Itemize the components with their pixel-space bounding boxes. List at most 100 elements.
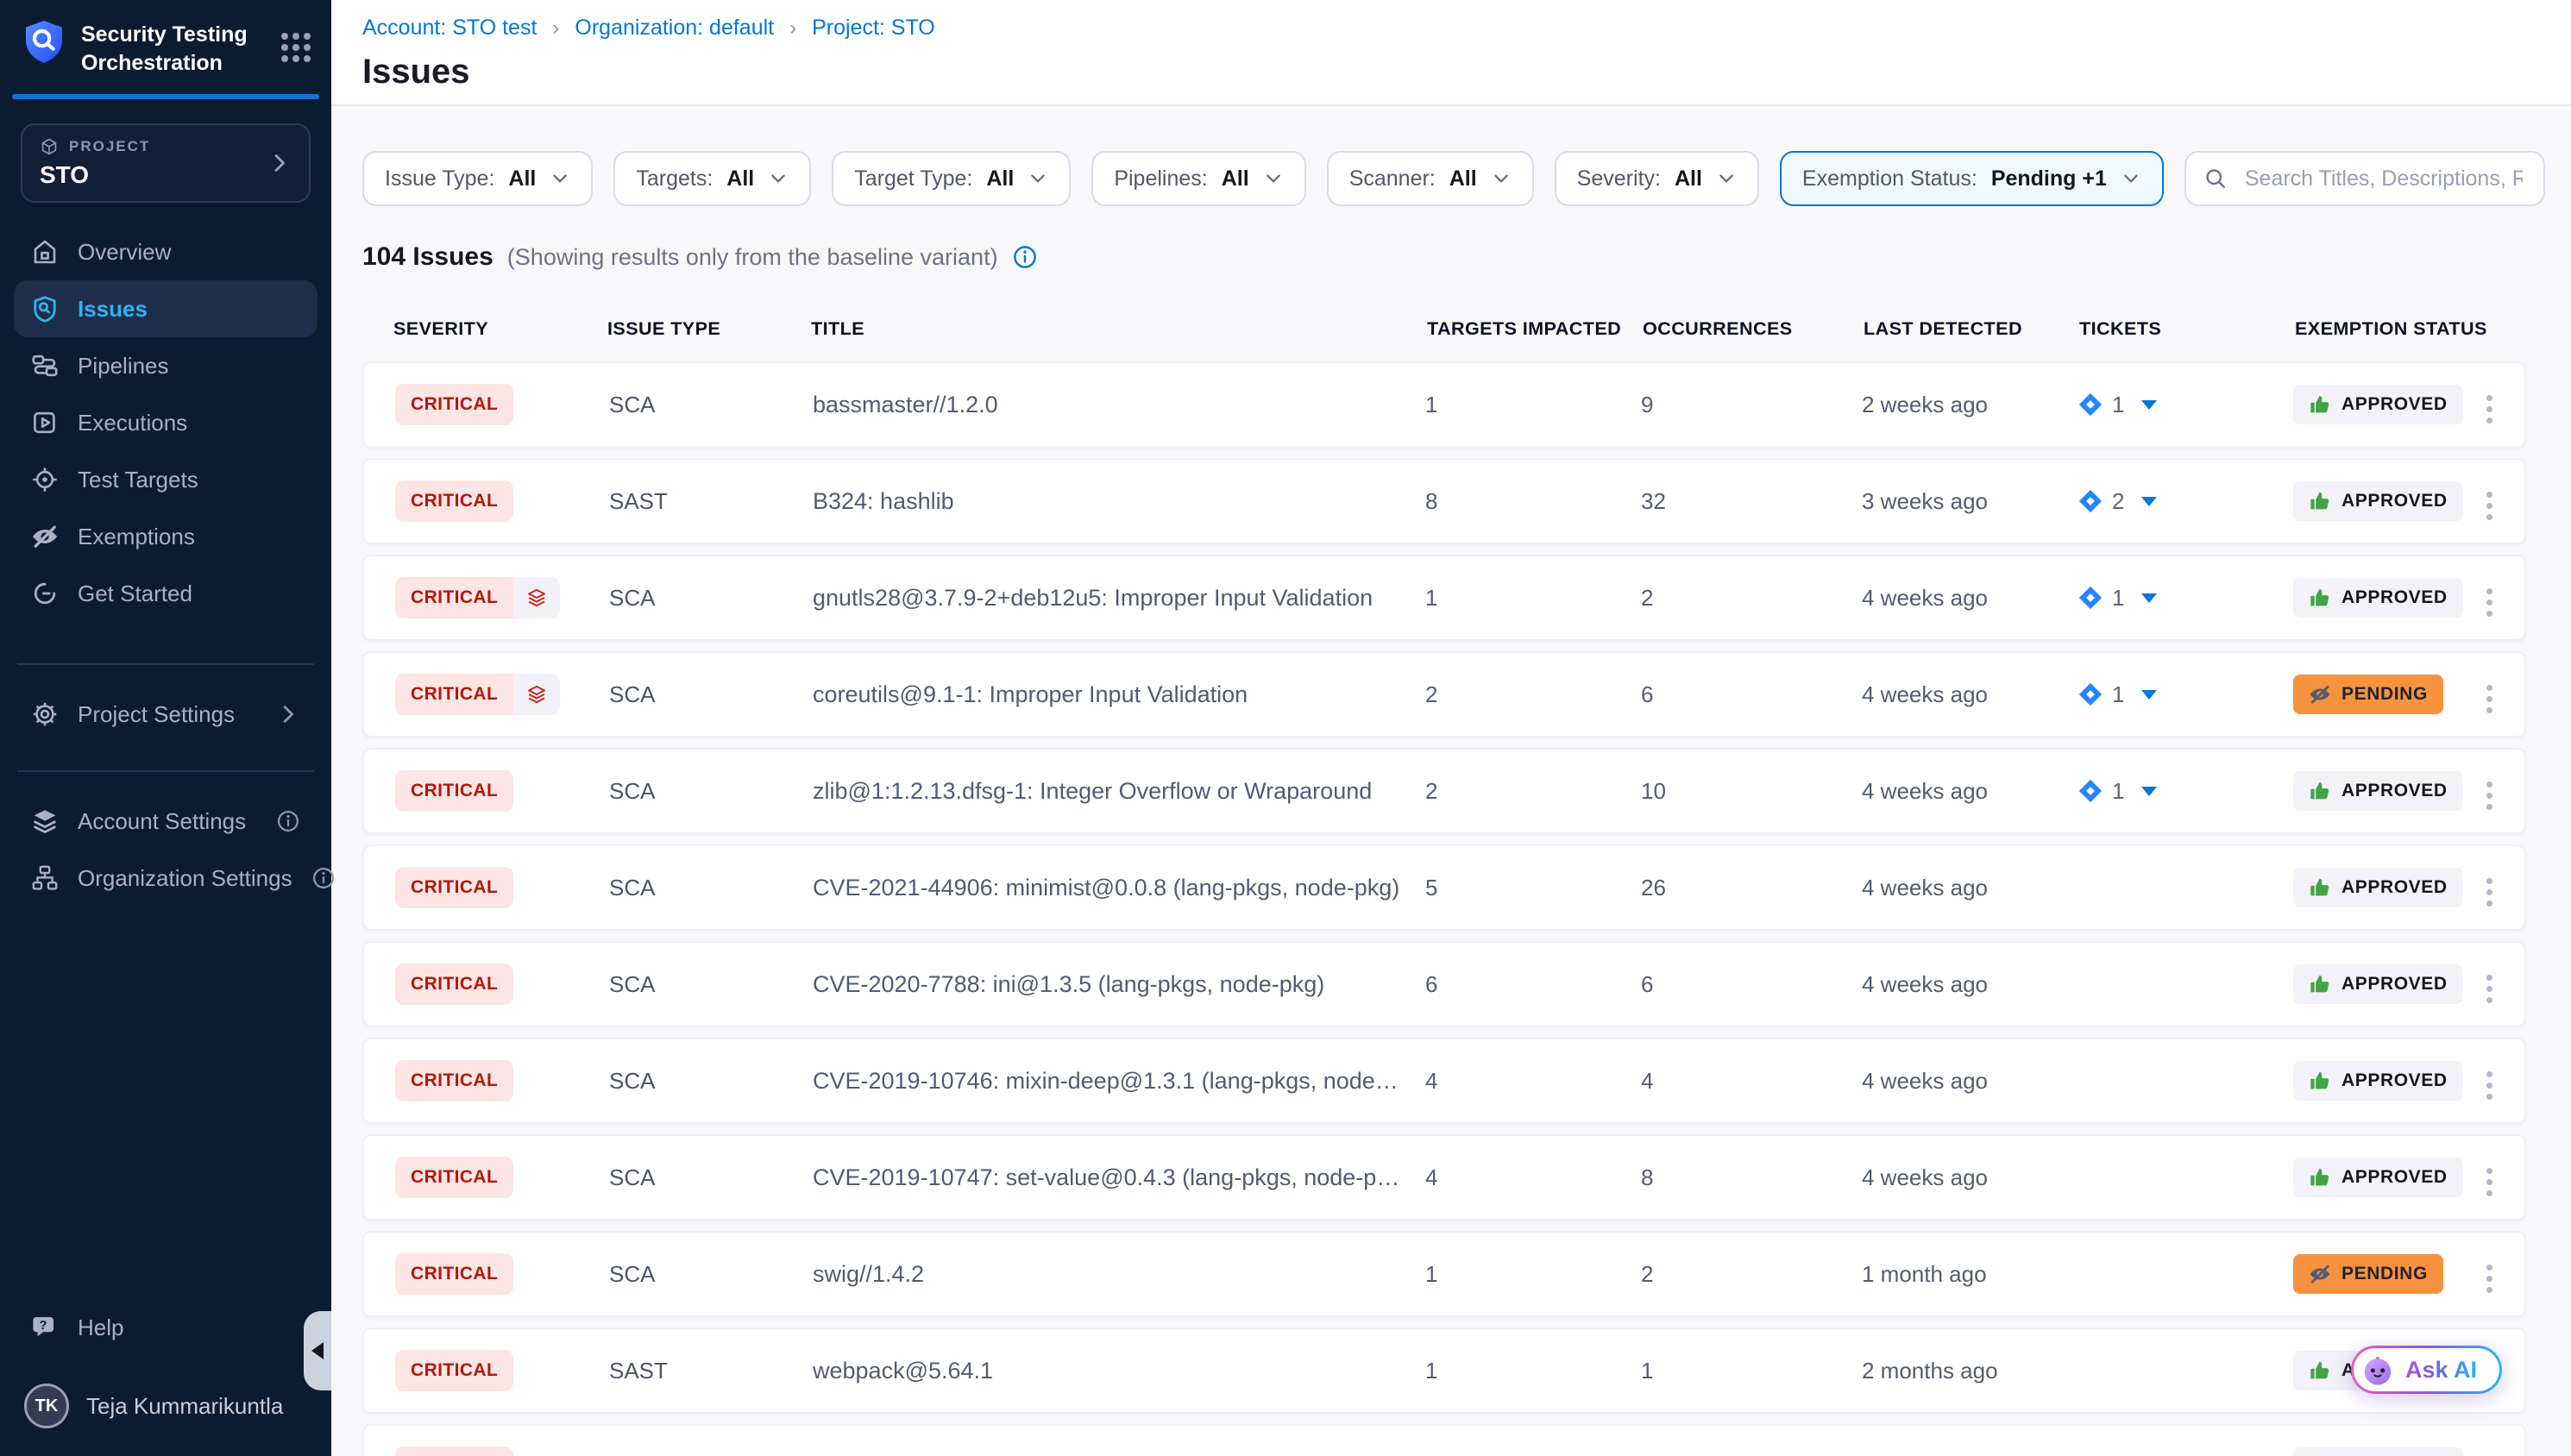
stacked-layers-icon (513, 674, 560, 715)
exemption-status-badge: APPROVED (2293, 1061, 2463, 1101)
sidebar-item-get-started[interactable]: Get Started (14, 565, 317, 622)
chevron-down-icon (2121, 168, 2141, 189)
sidebar-item-pipelines[interactable]: Pipelines (14, 337, 317, 394)
severity-badge: CRITICAL (395, 867, 513, 908)
table-row[interactable]: CRITICAL SCA CVE-2019-10746: mixin-deep@… (362, 1038, 2526, 1124)
filter-chips: Issue Type:AllTargets:AllTarget Type:All… (362, 151, 2184, 206)
table-row[interactable]: CRITICAL SCA gnutls28@3.7.9-2+deb12u5: I… (362, 555, 2526, 641)
user-menu[interactable]: TK Teja Kummarikuntla (14, 1377, 317, 1435)
row-menu-kebab[interactable] (2473, 1158, 2506, 1206)
row-menu-kebab[interactable] (2473, 771, 2506, 819)
table-row[interactable]: CRITICAL SAST B324: hashlib 8 32 3 weeks… (362, 458, 2526, 544)
sto-shield-logo-icon (22, 19, 66, 66)
filter-bar: Issue Type:AllTargets:AllTarget Type:All… (362, 151, 2526, 206)
ask-ai-button[interactable]: Ask AI (2351, 1346, 2502, 1394)
table-row[interactable]: CRITICAL SCA zlib@1:1.2.13.dfsg-1: Integ… (362, 748, 2526, 834)
filter-targets[interactable]: Targets:All (613, 151, 811, 206)
last-detected: 2 weeks ago (1862, 392, 2078, 418)
ticket-dropdown-caret[interactable] (2141, 593, 2157, 603)
row-menu-kebab[interactable] (2473, 385, 2506, 433)
filter-issue-type[interactable]: Issue Type:All (362, 151, 593, 206)
sidebar-collapse-handle[interactable] (304, 1311, 331, 1390)
sidebar-item-label: Exemptions (78, 524, 195, 550)
sidebar-item-label: Overview (78, 239, 171, 266)
row-menu-kebab[interactable] (2473, 964, 2506, 1013)
table-row[interactable]: CRITICAL SCA coreutils@9.1-1: Improper I… (362, 651, 2526, 737)
org-settings-icon (31, 864, 59, 892)
row-menu-kebab[interactable] (2473, 578, 2506, 626)
ticket-dropdown-caret[interactable] (2141, 497, 2157, 506)
severity-badge: CRITICAL (395, 1253, 513, 1295)
table-row[interactable]: CRITICAL SCA CVE-2020-7788: ini@1.3.5 (l… (362, 941, 2526, 1027)
row-menu-kebab[interactable] (2473, 1447, 2506, 1456)
project-selector[interactable]: PROJECT STO (21, 123, 311, 203)
info-icon[interactable] (1012, 244, 1038, 270)
info-icon (276, 809, 300, 833)
row-menu-kebab[interactable] (2473, 868, 2506, 916)
table-row[interactable]: CRITICAL SCA CVE-2021-44906: minimist@0.… (362, 844, 2526, 931)
chevron-down-icon (1263, 168, 1284, 189)
sidebar-item-test-targets[interactable]: Test Targets (14, 451, 317, 508)
thumbs-up-icon (2309, 490, 2331, 512)
breadcrumb-link-account[interactable]: Account: STO test (362, 16, 537, 41)
sidebar-item-account-settings[interactable]: Account Settings (14, 793, 317, 850)
sidebar-item-executions[interactable]: Executions (14, 394, 317, 451)
filter-exemption-status[interactable]: Exemption Status:Pending +1 (1780, 151, 2164, 206)
issue-title: bassmaster//1.2.0 (813, 392, 1425, 418)
search-box[interactable] (2184, 151, 2545, 206)
issue-type: SCA (609, 1164, 813, 1191)
last-detected: 4 weeks ago (1862, 681, 2078, 708)
severity-label: CRITICAL (395, 1253, 513, 1295)
row-menu-kebab[interactable] (2473, 1254, 2506, 1302)
help-chat-icon: ? (31, 1314, 59, 1341)
severity-badge: CRITICAL (395, 770, 513, 812)
table-header: SEVERITYISSUE TYPETITLETARGETS IMPACTEDO… (362, 311, 2526, 346)
filter-severity[interactable]: Severity:All (1555, 151, 1759, 206)
exemption-status-badge: APPROVED (2293, 578, 2463, 618)
severity-label: CRITICAL (395, 384, 513, 425)
search-input[interactable] (2241, 165, 2526, 193)
chevron-down-icon (1028, 168, 1048, 189)
sidebar-item-organization-settings[interactable]: Organization Settings (14, 850, 317, 907)
sidebar-item-issues[interactable]: Issues (14, 280, 317, 337)
filter-target-type[interactable]: Target Type:All (832, 151, 1071, 206)
ticket-dropdown-caret[interactable] (2141, 787, 2157, 796)
row-menu-kebab[interactable] (2473, 1061, 2506, 1109)
sidebar-footer: ? Help TK Teja Kummarikuntla (14, 1299, 317, 1435)
ticket-dropdown-caret[interactable] (2141, 690, 2157, 700)
module-switcher-icon[interactable] (281, 33, 311, 62)
eye-off-icon (31, 523, 59, 550)
sidebar-item-exemptions[interactable]: Exemptions (14, 508, 317, 565)
issue-type: SAST (609, 488, 813, 515)
filter-scanner[interactable]: Scanner:All (1327, 151, 1534, 206)
sidebar-item-overview[interactable]: Overview (14, 223, 317, 280)
ticket-dropdown-caret[interactable] (2141, 400, 2157, 410)
severity-cell: CRITICAL (395, 480, 609, 522)
ticket-count: 2 (2112, 488, 2124, 515)
filter-value: All (508, 166, 536, 191)
severity-badge: CRITICAL (395, 480, 513, 522)
table-row[interactable]: CRITICAL SCA CVE-2019-10747: set-value@0… (362, 1134, 2526, 1221)
table-row[interactable]: CRITICAL SAST django@1.2 1 22 2 months a… (362, 1424, 2526, 1456)
app-title: Security Testing Orchestration (81, 19, 266, 77)
pipeline-icon (31, 352, 59, 380)
help-button[interactable]: ? Help (14, 1299, 317, 1356)
breadcrumb-link-organization[interactable]: Organization: default (575, 16, 774, 41)
actions-cell (2473, 1439, 2524, 1456)
sidebar: Security Testing Orchestration PROJECT S… (0, 0, 331, 1456)
issue-title: swig//1.4.2 (813, 1261, 1425, 1288)
targets-impacted: 2 (1425, 681, 1641, 708)
user-name: Teja Kummarikuntla (86, 1393, 283, 1420)
table-row[interactable]: CRITICAL SCA swig//1.4.2 1 2 1 month ago… (362, 1231, 2526, 1317)
table-row[interactable]: CRITICAL SCA bassmaster//1.2.0 1 9 2 wee… (362, 361, 2526, 448)
row-menu-kebab[interactable] (2473, 675, 2506, 723)
filter-pipelines[interactable]: Pipelines:All (1091, 151, 1305, 206)
executions-icon (31, 409, 59, 436)
sidebar-item-project-settings[interactable]: Project Settings (14, 686, 317, 743)
breadcrumb-link-project[interactable]: Project: STO (812, 16, 935, 41)
row-menu-kebab[interactable] (2473, 481, 2506, 530)
table-row[interactable]: CRITICAL SAST webpack@5.64.1 1 1 2 month… (362, 1327, 2526, 1414)
exemption-status-badge: APPROVED (2293, 868, 2463, 907)
filter-label: Targets: (636, 166, 713, 191)
thumbs-up-icon (2309, 973, 2331, 995)
